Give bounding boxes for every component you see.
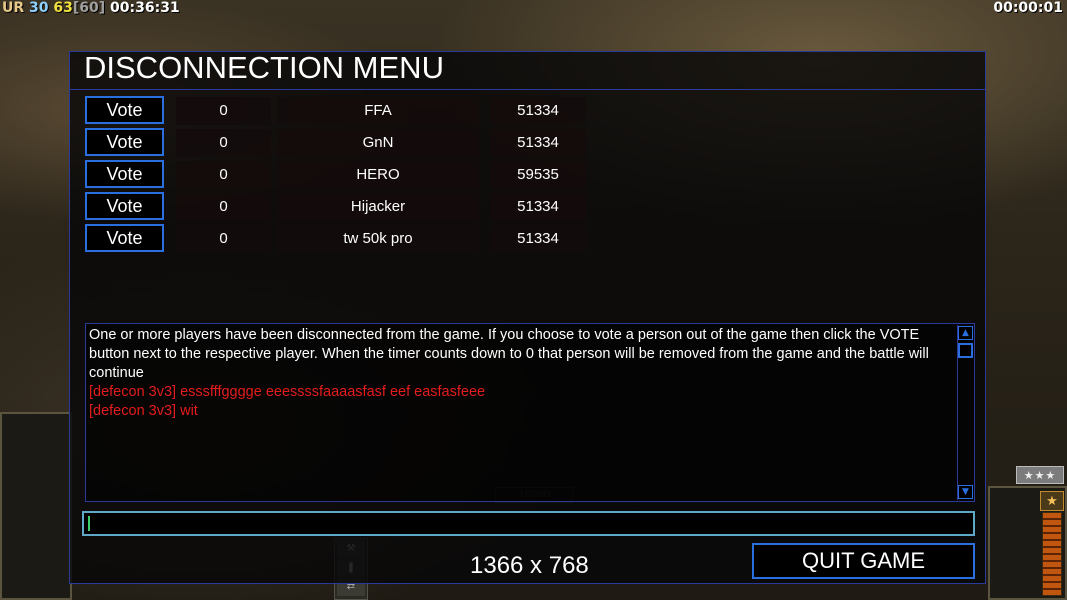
title-divider	[70, 89, 985, 90]
player-score: 51334	[490, 97, 586, 125]
player-name: FFA	[277, 97, 479, 125]
player-name: HERO	[277, 161, 479, 189]
hud-ur-label: UR	[2, 0, 25, 16]
player-name: Hijacker	[277, 193, 479, 221]
vote-button[interactable]: Vote	[85, 96, 164, 124]
vote-button[interactable]: Vote	[85, 128, 164, 156]
player-score: 51334	[490, 225, 586, 253]
hud-timer: 00:00:01	[993, 0, 1063, 16]
resolution-label: 1366 x 768	[470, 552, 589, 579]
chat-message: [defecon 3v3] wit	[89, 403, 198, 419]
menu-title: DISCONNECTION MENU	[84, 50, 444, 85]
player-score: 59535	[490, 161, 586, 189]
hud-game-time: 00:36:31	[110, 0, 180, 16]
scrollbar-thumb[interactable]	[958, 343, 973, 358]
vote-button[interactable]: Vote	[85, 192, 164, 220]
player-vote-count: 0	[176, 161, 271, 189]
vote-button[interactable]: Vote	[85, 160, 164, 188]
player-score: 51334	[490, 129, 586, 157]
vote-button[interactable]: Vote	[85, 224, 164, 252]
hud-value-a: 30	[29, 0, 49, 16]
chat-log-text: One or more players have been disconnect…	[89, 326, 955, 421]
hud-value-b: 63	[53, 0, 73, 16]
scroll-down-arrow-icon[interactable]: ▼	[958, 485, 973, 499]
player-score: 51334	[490, 193, 586, 221]
player-vote-count: 0	[176, 97, 271, 125]
power-meter	[1042, 512, 1062, 596]
quit-game-button[interactable]: QUIT GAME	[752, 543, 975, 579]
text-caret	[88, 516, 90, 531]
chat-input[interactable]	[82, 511, 975, 536]
player-vote-count: 0	[176, 193, 271, 221]
rank-star-icon: ★	[1040, 491, 1064, 511]
game-sidebar-frame-left	[0, 412, 72, 600]
rank-stars-tab[interactable]: ★★★	[1016, 466, 1064, 484]
player-vote-count: 0	[176, 225, 271, 253]
chat-message: [defecon 3v3] esssfffgggge eeessssfaaaas…	[89, 384, 486, 400]
player-name: GnN	[277, 129, 479, 157]
hud-value-bracket: [60]	[72, 0, 106, 16]
hud-top-left: UR 30 63[60] 00:36:31	[2, 0, 180, 18]
player-name: tw 50k pro	[277, 225, 479, 253]
chat-system-message: One or more players have been disconnect…	[89, 327, 929, 381]
scroll-up-arrow-icon[interactable]: ▲	[958, 326, 973, 340]
player-vote-count: 0	[176, 129, 271, 157]
